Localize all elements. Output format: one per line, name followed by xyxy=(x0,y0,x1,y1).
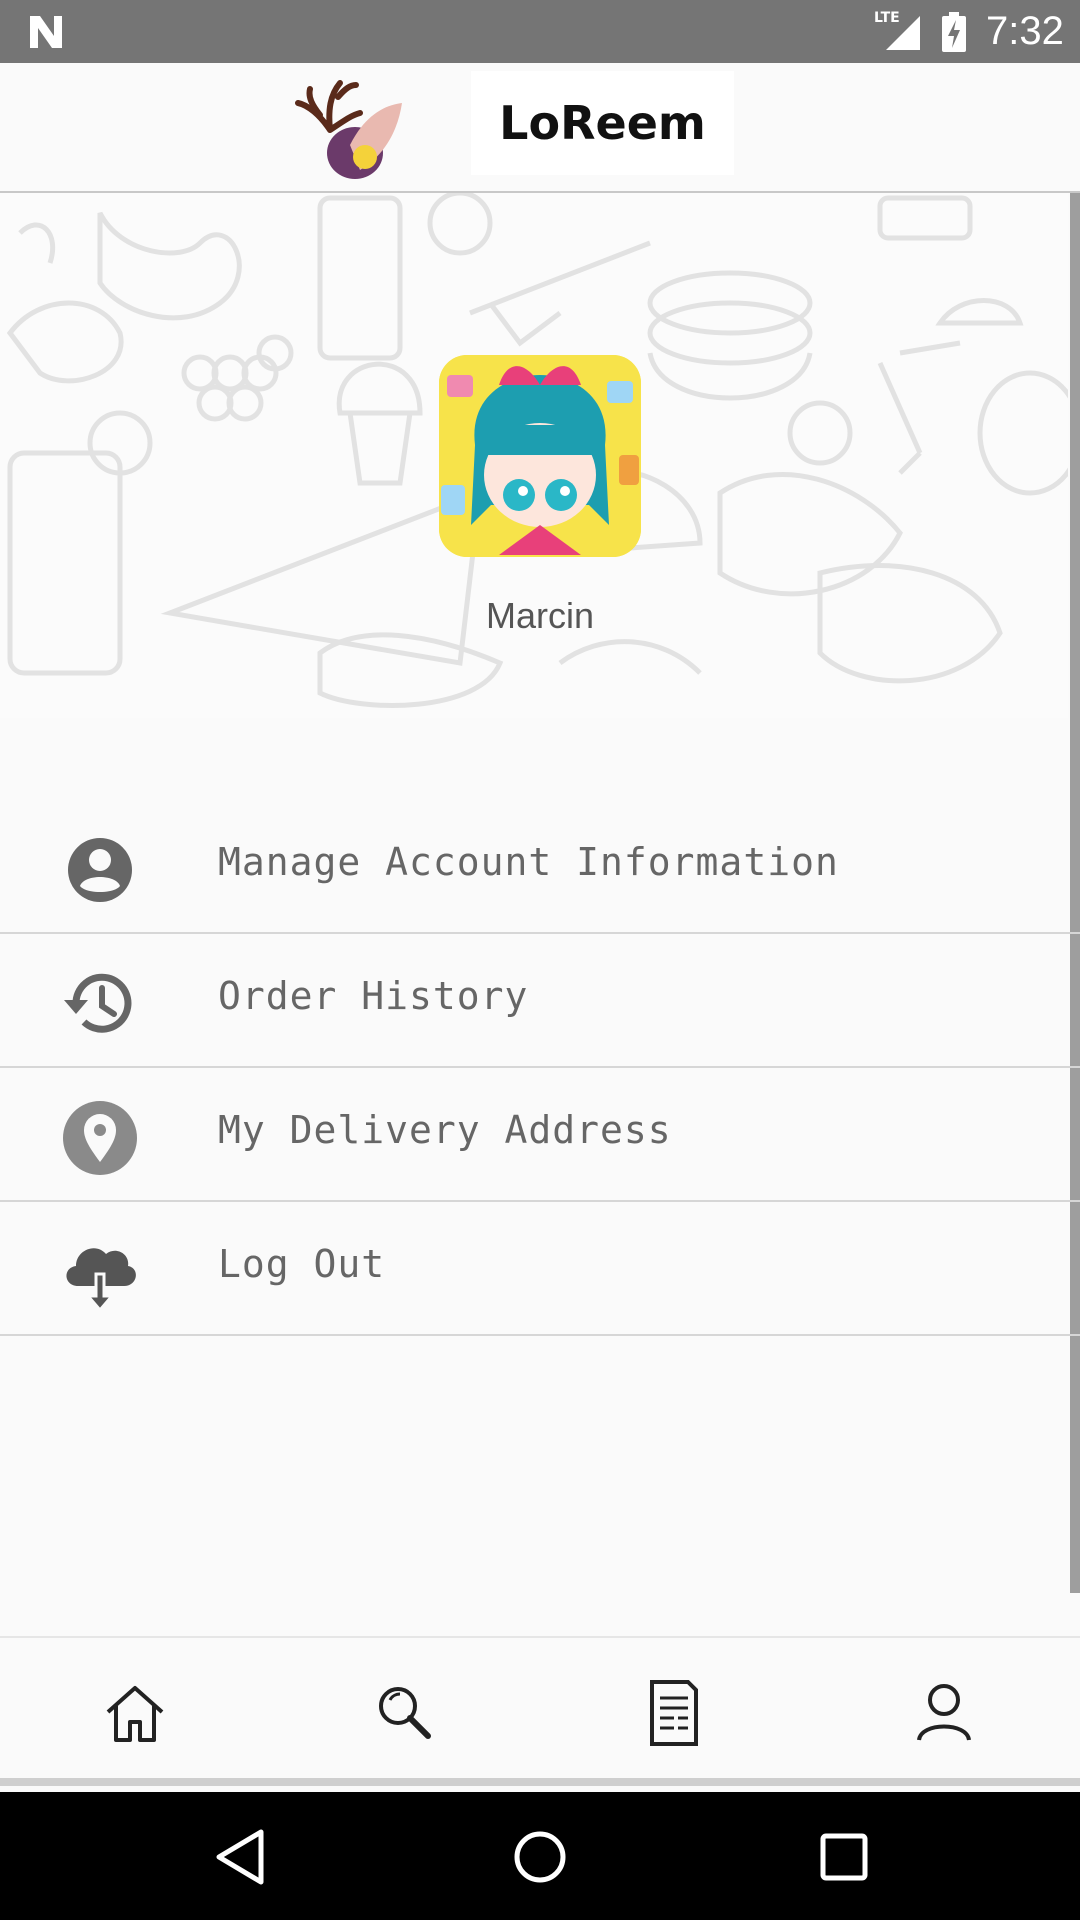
status-bar: LTE 7:32 xyxy=(0,0,1080,63)
n-notification-icon xyxy=(30,16,62,48)
location-pin-icon xyxy=(63,1101,137,1175)
account-circle-icon xyxy=(68,838,132,902)
system-navigation-bar xyxy=(0,1792,1080,1920)
menu-item-label: Order History xyxy=(218,974,529,1018)
cloud-upload-icon xyxy=(66,1248,136,1312)
home-circle-icon[interactable] xyxy=(505,1822,575,1892)
brand-logo: LoReem xyxy=(471,71,734,175)
deer-antler-logo-icon xyxy=(295,80,402,179)
profile-icon[interactable] xyxy=(909,1678,979,1748)
orders-list-icon[interactable] xyxy=(638,1678,708,1748)
menu-item-log-out[interactable]: Log Out xyxy=(0,1202,1080,1336)
menu-item-label: Manage Account Information xyxy=(218,840,839,884)
back-icon[interactable] xyxy=(205,1822,275,1892)
menu-item-manage-account[interactable]: Manage Account Information xyxy=(0,800,1080,934)
home-icon[interactable] xyxy=(100,1678,170,1748)
clock: 7:32 xyxy=(986,9,1064,53)
app-header: LoReem xyxy=(0,63,1080,193)
search-icon[interactable] xyxy=(370,1678,440,1748)
lte-signal-icon xyxy=(886,16,920,50)
battery-charging-icon xyxy=(942,12,966,52)
profile-banner: Marcin xyxy=(0,193,1068,718)
account-menu: Manage Account Information Order History… xyxy=(0,800,1080,1336)
username: Marcin xyxy=(485,595,595,636)
bottom-nav-divider xyxy=(0,1778,1080,1786)
recents-icon[interactable] xyxy=(809,1822,879,1892)
menu-item-label: Log Out xyxy=(218,1242,386,1286)
avatar[interactable] xyxy=(439,355,641,557)
menu-item-order-history[interactable]: Order History xyxy=(0,934,1080,1068)
bottom-navigation xyxy=(0,1636,1080,1786)
menu-item-label: My Delivery Address xyxy=(218,1108,672,1152)
history-icon xyxy=(64,973,132,1033)
anime-girl-avatar xyxy=(439,355,641,557)
menu-item-delivery-address[interactable]: My Delivery Address xyxy=(0,1068,1080,1202)
brand-name: LoReem xyxy=(499,96,706,150)
